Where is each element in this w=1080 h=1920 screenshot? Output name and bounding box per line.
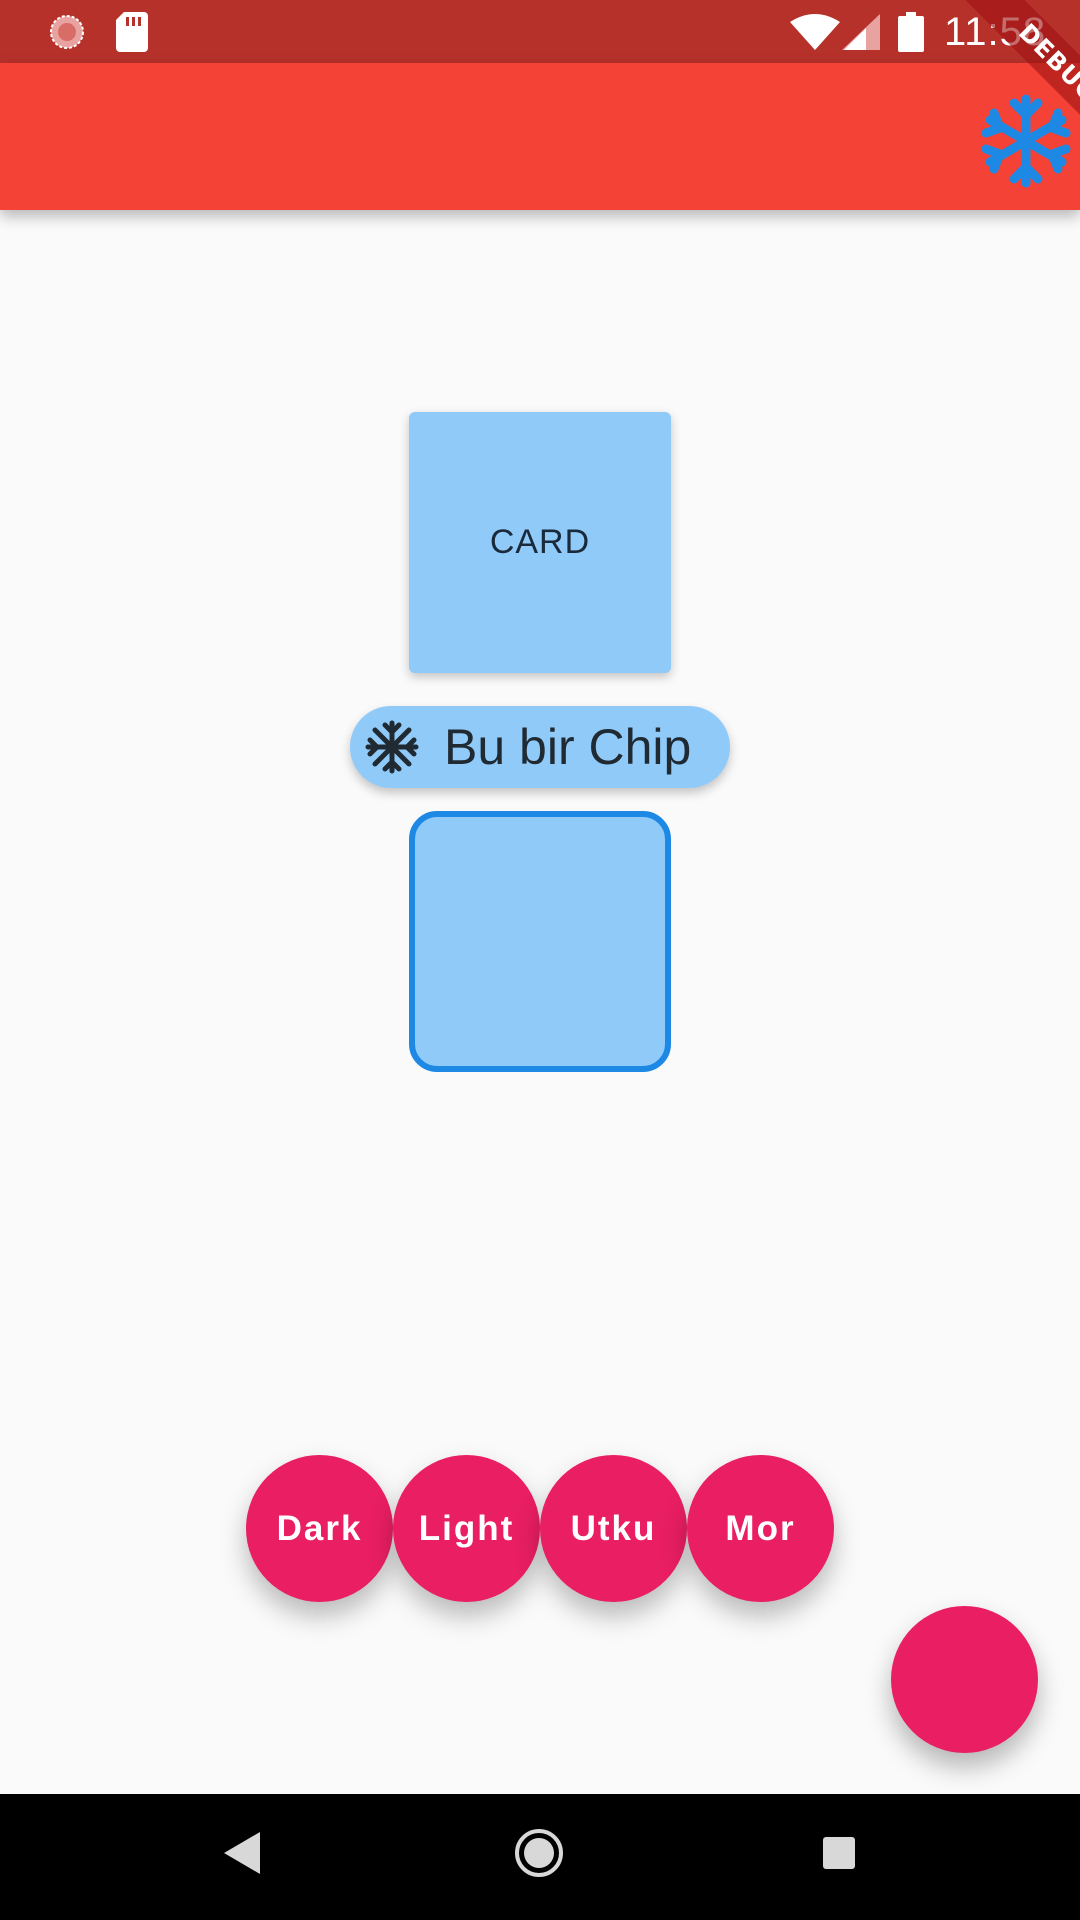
battery-icon (898, 12, 924, 52)
light-theme-label: Light (418, 1508, 515, 1548)
cell-signal-icon (842, 14, 880, 50)
sd-card-icon (116, 12, 148, 52)
utku-theme-button[interactable]: Utku (540, 1455, 687, 1602)
loading-icon (50, 15, 84, 49)
card: CARD (409, 412, 671, 673)
mor-theme-button[interactable]: Mor (687, 1455, 834, 1602)
dark-theme-button[interactable]: Dark (246, 1455, 393, 1602)
navigation-bar (0, 1794, 1080, 1920)
card-label: CARD (489, 523, 591, 561)
dark-theme-label: Dark (276, 1508, 363, 1548)
chip[interactable]: Bu bir Chip (350, 706, 730, 788)
home-icon[interactable] (514, 1828, 564, 1878)
floating-action-button[interactable] (891, 1606, 1038, 1753)
recents-icon[interactable] (822, 1836, 856, 1870)
utku-theme-label: Utku (570, 1508, 657, 1548)
chip-label: Bu bir Chip (444, 719, 692, 775)
wifi-icon (790, 14, 840, 50)
app-bar (0, 63, 1080, 210)
light-theme-button[interactable]: Light (393, 1455, 540, 1602)
status-bar: 11:58 (0, 0, 1080, 63)
status-time: 11:58 (944, 10, 1047, 54)
back-icon[interactable] (222, 1830, 262, 1876)
snowflake-icon[interactable] (978, 93, 1074, 189)
outlined-container (409, 811, 671, 1072)
mor-theme-label: Mor (725, 1508, 796, 1548)
snowflake-icon (365, 720, 419, 774)
